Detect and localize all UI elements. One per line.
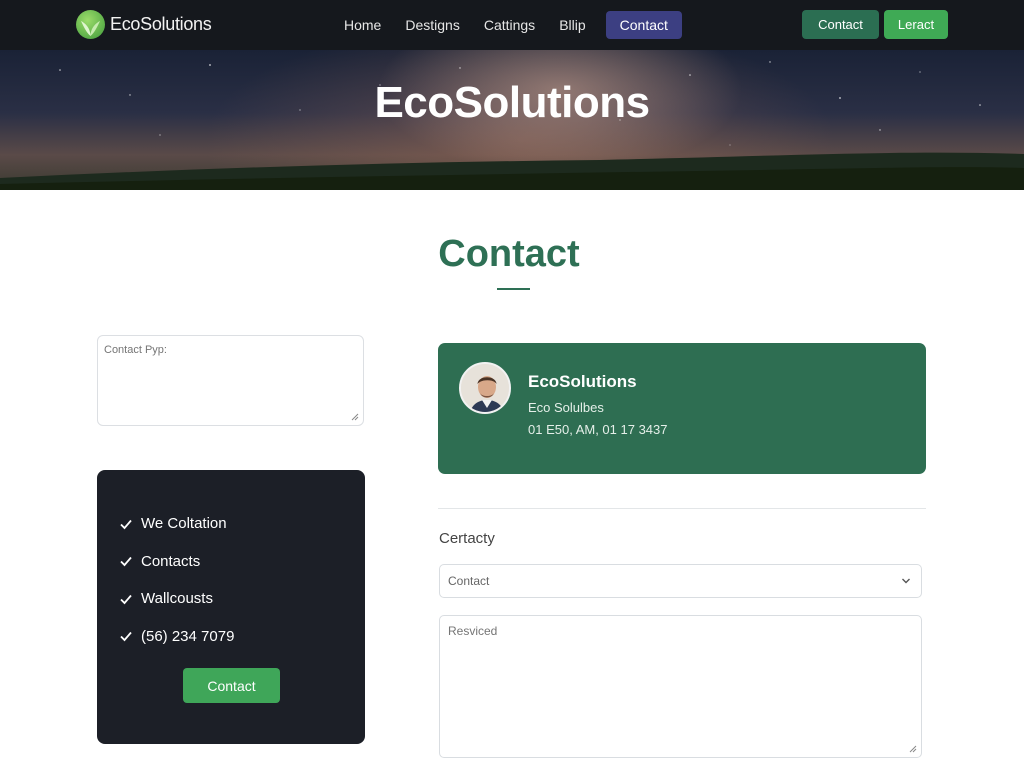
- hero-title: EcoSolutions: [374, 78, 650, 127]
- list-item-label: We Coltation: [141, 515, 227, 533]
- contact-prompt-textarea[interactable]: [98, 336, 363, 425]
- title-underline: [497, 288, 530, 290]
- message-textarea[interactable]: [440, 616, 921, 757]
- brand-name: EcoSolutions: [110, 14, 212, 34]
- nav-link-home[interactable]: Home: [344, 17, 381, 33]
- nav-link-blip[interactable]: Bllip: [559, 17, 585, 33]
- list-item: Contacts: [119, 543, 234, 581]
- select-value: Contact: [448, 574, 490, 588]
- nav-link-designs[interactable]: Destigns: [405, 17, 459, 33]
- profile-name: EcoSolutions: [528, 372, 637, 391]
- nav-link-contact-active[interactable]: Contact: [605, 10, 682, 39]
- contact-prompt-textarea-wrapper: [97, 335, 364, 426]
- list-item-label: Wallcousts: [141, 590, 213, 608]
- checkmark-icon: [120, 557, 132, 567]
- list-item: We Coltation: [119, 505, 234, 543]
- avatar: [459, 362, 511, 414]
- form-label: Certacty: [439, 530, 495, 547]
- profile-card: EcoSolutions Eco Solulbes 01 E50, AM, 01…: [438, 343, 926, 474]
- resize-grip-icon[interactable]: [351, 413, 359, 421]
- list-item-label: (56) 234 7079: [141, 627, 235, 645]
- nav-contact-button[interactable]: Contact: [802, 10, 879, 39]
- message-textarea-wrapper: [439, 615, 922, 758]
- checkmark-icon: [120, 519, 132, 530]
- card-contact-button[interactable]: Contact: [183, 668, 280, 703]
- chevron-down-icon: [902, 578, 910, 584]
- contact-type-select[interactable]: Contact: [439, 564, 922, 598]
- list-item-label: Contacts: [141, 552, 201, 570]
- brand[interactable]: EcoSolutions: [76, 10, 212, 39]
- features-list: We Coltation Contacts Wallcousts (56) 23…: [119, 505, 234, 655]
- nav-links: Home Destigns Cattings Bllip Contact: [344, 10, 706, 39]
- nav-leract-button[interactable]: Leract: [884, 10, 948, 39]
- features-card: We Coltation Contacts Wallcousts (56) 23…: [97, 470, 365, 744]
- checkmark-icon: [120, 632, 132, 642]
- page-title: Contact: [438, 233, 580, 275]
- list-item: Wallcousts: [119, 580, 234, 618]
- list-item: (56) 234 7079: [119, 618, 234, 656]
- checkmark-icon: [120, 594, 132, 605]
- resize-grip-icon[interactable]: [909, 745, 917, 753]
- profile-subtitle: Eco Solulbes: [528, 400, 604, 415]
- top-navbar: EcoSolutions Home Destigns Cattings Blli…: [0, 0, 1024, 50]
- hero-banner: EcoSolutions: [0, 50, 1024, 190]
- divider: [438, 508, 926, 509]
- profile-phone: 01 E50, AM, 01 17 3437: [528, 422, 668, 437]
- leaf-logo-icon: [76, 10, 105, 39]
- nav-link-cattings[interactable]: Cattings: [484, 17, 535, 33]
